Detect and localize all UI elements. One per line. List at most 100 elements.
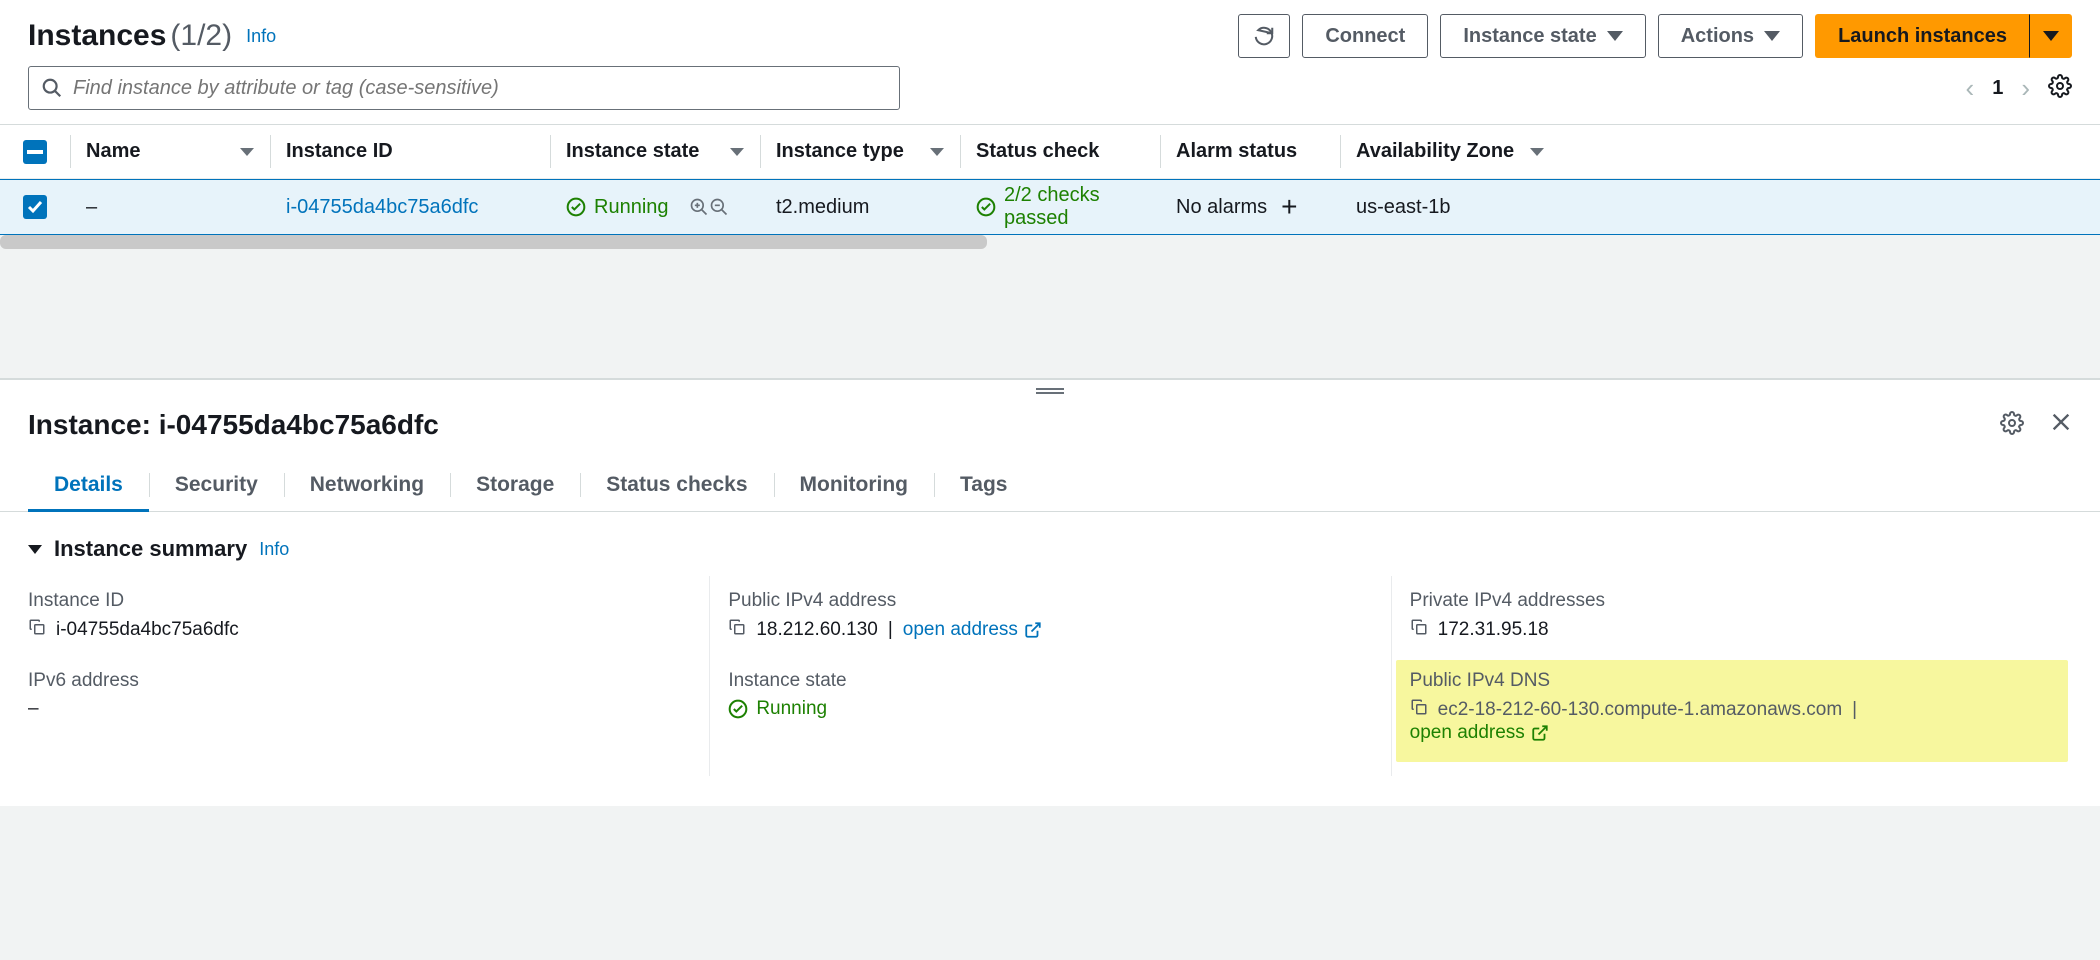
copy-public-ipv4-button[interactable]	[728, 618, 746, 642]
tab-security[interactable]: Security	[149, 459, 284, 511]
page-title: Instances	[28, 19, 166, 53]
table-row[interactable]: – i-04755da4bc75a6dfc Running t2.medium …	[0, 179, 2100, 235]
grip-icon	[1036, 388, 1064, 394]
tab-details[interactable]: Details	[28, 459, 149, 511]
pipe: |	[1852, 699, 1857, 721]
sort-icon	[240, 148, 254, 156]
detail-settings-button[interactable]	[2000, 411, 2024, 440]
open-address-label: open address	[1410, 722, 1525, 744]
page-info-link[interactable]: Info	[246, 26, 276, 47]
caret-down-icon	[1607, 31, 1623, 41]
connect-button[interactable]: Connect	[1302, 14, 1428, 58]
row-select-cell[interactable]	[0, 180, 70, 234]
sort-icon	[730, 148, 744, 156]
public-dns-highlight: Public IPv4 DNS ec2-18-212-60-130.comput…	[1396, 660, 2068, 762]
col-instance-state[interactable]: Instance state	[550, 125, 760, 178]
public-dns-value: ec2-18-212-60-130.compute-1.amazonaws.co…	[1410, 698, 2054, 722]
refresh-icon	[1253, 25, 1275, 47]
row-alarm-text: No alarms	[1176, 196, 1267, 219]
col-status-check[interactable]: Status check	[960, 125, 1160, 178]
detail-title-id: i-04755da4bc75a6dfc	[159, 409, 439, 440]
tab-networking[interactable]: Networking	[284, 459, 450, 511]
horizontal-scroll-thumb[interactable]	[0, 235, 987, 249]
col-instance-id[interactable]: Instance ID	[270, 125, 550, 178]
refresh-button[interactable]	[1238, 14, 1290, 58]
row-status-text: 2/2 checks passed	[1004, 184, 1144, 230]
tab-monitoring[interactable]: Monitoring	[774, 459, 934, 511]
summary-col-2: Public IPv4 address 18.212.60.130 | open…	[709, 576, 1390, 776]
paginator: ‹ 1 ›	[1966, 73, 2072, 104]
pager-next[interactable]: ›	[2021, 73, 2030, 104]
summary-col-1: Instance ID i-04755da4bc75a6dfc IPv6 add…	[28, 576, 709, 776]
actions-button[interactable]: Actions	[1658, 14, 1803, 58]
copy-instance-id-button[interactable]	[28, 618, 46, 642]
tab-storage[interactable]: Storage	[450, 459, 580, 511]
instance-id-value: i-04755da4bc75a6dfc	[28, 618, 691, 642]
col-az-label: Availability Zone	[1356, 140, 1514, 163]
search-box[interactable]	[28, 66, 900, 110]
instance-summary-header[interactable]: Instance summary Info	[0, 512, 2100, 572]
checkbox-indeterminate-icon	[23, 140, 47, 164]
instance-state-button[interactable]: Instance state	[1440, 14, 1645, 58]
copy-icon	[1410, 618, 1428, 636]
instance-state-value: Running	[728, 698, 1372, 720]
sort-icon	[1530, 148, 1544, 156]
row-type: t2.medium	[760, 180, 960, 234]
col-alarm-status-label: Alarm status	[1176, 140, 1297, 163]
external-link-icon	[1531, 724, 1549, 742]
page-header: Instances (1/2) Info Connect Instance st…	[0, 0, 2100, 66]
row-az: us-east-1b	[1340, 180, 1560, 234]
col-alarm-status[interactable]: Alarm status	[1160, 125, 1340, 178]
col-name[interactable]: Name	[70, 125, 270, 178]
table-settings-button[interactable]	[2048, 74, 2072, 103]
zoom-in-icon	[689, 197, 709, 217]
select-all-cell[interactable]	[0, 125, 70, 178]
launch-instances-button[interactable]: Launch instances	[1815, 14, 2030, 58]
ipv6-label: IPv6 address	[28, 670, 691, 692]
instance-state-button-label: Instance state	[1463, 25, 1596, 48]
row-instance-id[interactable]: i-04755da4bc75a6dfc	[270, 180, 550, 234]
split-panel-divider[interactable]	[0, 379, 2100, 401]
tab-status-checks[interactable]: Status checks	[580, 459, 773, 511]
sort-icon	[930, 148, 944, 156]
instance-id-link[interactable]: i-04755da4bc75a6dfc	[286, 196, 478, 219]
tab-tags[interactable]: Tags	[934, 459, 1033, 511]
copy-public-dns-button[interactable]	[1410, 698, 1428, 722]
pager-prev[interactable]: ‹	[1966, 73, 1975, 104]
page-count: (1/2)	[170, 19, 232, 53]
state-badge: Running	[566, 196, 669, 219]
public-ipv4-text: 18.212.60.130	[756, 619, 878, 641]
state-filter-icons[interactable]	[689, 197, 729, 217]
detail-header: Instance: i-04755da4bc75a6dfc	[0, 401, 2100, 459]
caret-down-icon	[1764, 31, 1780, 41]
zoom-out-icon	[709, 197, 729, 217]
copy-private-ipv4-button[interactable]	[1410, 618, 1428, 642]
col-availability-zone[interactable]: Availability Zone	[1340, 125, 1560, 178]
open-public-ipv4-link[interactable]: open address	[903, 619, 1042, 641]
search-input[interactable]	[73, 77, 887, 100]
add-alarm-button[interactable]: +	[1281, 191, 1297, 223]
detail-close-button[interactable]	[2050, 411, 2072, 440]
pipe: |	[888, 619, 893, 641]
detail-header-actions	[2000, 411, 2072, 440]
public-dns-text: ec2-18-212-60-130.compute-1.amazonaws.co…	[1438, 699, 1843, 721]
horizontal-scroll-track[interactable]	[0, 235, 2100, 249]
instance-state-text: Running	[756, 698, 827, 720]
instance-summary-title: Instance summary	[54, 536, 247, 562]
instance-id-text: i-04755da4bc75a6dfc	[56, 619, 239, 641]
gear-icon	[2000, 411, 2024, 435]
private-ipv4-value: 172.31.95.18	[1410, 618, 2054, 642]
public-ipv4-value: 18.212.60.130 | open address	[728, 618, 1372, 642]
instance-summary-info-link[interactable]: Info	[259, 539, 289, 560]
copy-icon	[1410, 698, 1428, 716]
ipv6-value: –	[28, 698, 691, 720]
connect-button-label: Connect	[1325, 25, 1405, 48]
col-instance-type[interactable]: Instance type	[760, 125, 960, 178]
launch-instances-dropdown[interactable]	[2030, 14, 2072, 58]
open-public-dns-link[interactable]: open address	[1410, 722, 1549, 744]
running-badge: Running	[728, 698, 827, 720]
actions-button-label: Actions	[1681, 25, 1754, 48]
detail-tabs: Details Security Networking Storage Stat…	[0, 459, 2100, 512]
gear-icon	[2048, 74, 2072, 98]
check-circle-icon	[566, 197, 586, 217]
